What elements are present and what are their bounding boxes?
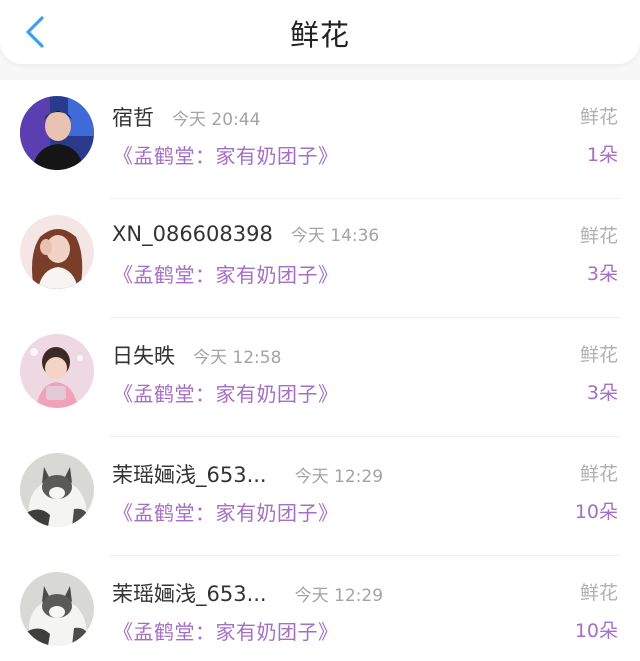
username[interactable]: 宿哲 xyxy=(112,102,154,132)
timestamp: 今天 12:58 xyxy=(193,348,282,368)
name-line: 茉瑶婳浅_653... 今天 12:29 xyxy=(112,578,383,608)
username[interactable]: 日失昳 xyxy=(112,340,175,370)
gift-type-label: 鲜花 xyxy=(579,225,618,247)
gift-type-label: 鲜花 xyxy=(579,344,618,366)
book-title-link[interactable]: 《孟鹤堂：家有奶团子》 xyxy=(113,140,339,169)
name-line: 日失昳 今天 12:58 xyxy=(112,340,281,370)
timestamp: 今天 12:29 xyxy=(294,467,384,487)
username[interactable]: 茉瑶婳浅_653... xyxy=(112,578,267,608)
book-title-link[interactable]: 《孟鹤堂：家有奶团子》 xyxy=(113,378,339,407)
name-line: 茉瑶婳浅_653... 今天 12:29 xyxy=(112,459,383,489)
list-item[interactable]: 日失昳 今天 12:58 《孟鹤堂：家有奶团子》 鲜花 3朵 xyxy=(0,318,640,437)
book-title-link[interactable]: 《孟鹤堂：家有奶团子》 xyxy=(113,497,339,526)
gift-count: 3朵 xyxy=(586,382,618,404)
gift-type-label: 鲜花 xyxy=(579,106,618,128)
list-item[interactable]: 茉瑶婳浅_653... 今天 12:29 《孟鹤堂：家有奶团子》 鲜花 10朵 xyxy=(0,437,640,556)
list-item[interactable]: 宿哲 今天 20:44 《孟鹤堂：家有奶团子》 鲜花 1朵 xyxy=(0,80,640,199)
top-bar: 鲜花 xyxy=(0,0,640,64)
username[interactable]: XN_086608398 xyxy=(112,222,273,246)
timestamp: 今天 20:44 xyxy=(172,110,261,130)
gift-type-label: 鲜花 xyxy=(579,463,618,485)
avatar[interactable] xyxy=(20,334,94,408)
gift-record-list: 宿哲 今天 20:44 《孟鹤堂：家有奶团子》 鲜花 1朵 XN_0866083… xyxy=(0,80,640,661)
gift-count: 10朵 xyxy=(574,501,618,523)
book-title-link[interactable]: 《孟鹤堂：家有奶团子》 xyxy=(113,259,339,288)
name-line: XN_086608398 今天 14:36 xyxy=(112,221,379,246)
gift-count: 3朵 xyxy=(586,263,618,285)
timestamp: 今天 14:36 xyxy=(290,226,380,246)
book-title-link[interactable]: 《孟鹤堂：家有奶团子》 xyxy=(113,616,339,645)
username[interactable]: 茉瑶婳浅_653... xyxy=(112,459,267,489)
list-item[interactable]: 茉瑶婳浅_653... 今天 12:29 《孟鹤堂：家有奶团子》 鲜花 10朵 xyxy=(0,556,640,661)
gift-count: 1朵 xyxy=(586,144,618,166)
flower-gift-page: 鲜花 宿哲 今天 20:44 《孟鹤堂：家有奶团子》 鲜花 1朵 XN_0866… xyxy=(0,0,640,661)
timestamp: 今天 12:29 xyxy=(294,586,384,606)
avatar[interactable] xyxy=(20,96,94,170)
avatar[interactable] xyxy=(20,572,94,646)
avatar[interactable] xyxy=(20,215,94,289)
list-item[interactable]: XN_086608398 今天 14:36 《孟鹤堂：家有奶团子》 鲜花 3朵 xyxy=(0,199,640,318)
gift-count: 10朵 xyxy=(574,620,618,642)
gift-type-label: 鲜花 xyxy=(579,582,618,604)
page-title: 鲜花 xyxy=(289,18,350,52)
avatar[interactable] xyxy=(20,453,94,527)
name-line: 宿哲 今天 20:44 xyxy=(112,102,260,132)
